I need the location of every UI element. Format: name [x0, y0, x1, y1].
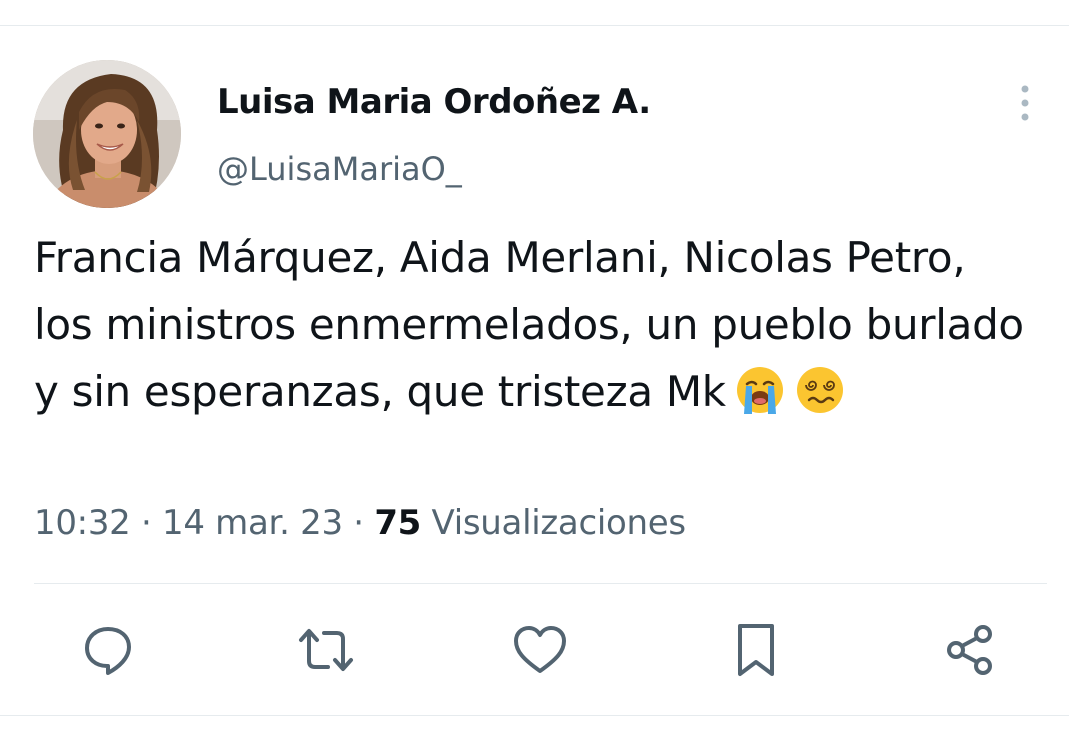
more-options-button[interactable] [1010, 84, 1040, 124]
like-button[interactable] [512, 622, 568, 678]
author-display-name[interactable]: Luisa Maria Ordoñez A. [217, 82, 651, 122]
reply-icon [85, 627, 131, 675]
author-handle[interactable]: @LuisaMariaO_ [217, 150, 462, 188]
views-count: 75 [374, 503, 422, 543]
loudly-crying-face-emoji [736, 367, 783, 414]
tweet-text: Francia Márquez, Aida Merlani, Nicolas P… [34, 224, 1034, 425]
retweet-icon [299, 629, 353, 671]
avatar[interactable] [33, 60, 181, 208]
share-icon [947, 625, 992, 675]
tweet-time[interactable]: 10:32 [34, 503, 131, 543]
bottom-divider [0, 715, 1069, 716]
tweet-text-content: Francia Márquez, Aida Merlani, Nicolas P… [34, 233, 1024, 416]
tweet-date[interactable]: 14 mar. 23 [162, 503, 343, 543]
face-with-spiral-eyes-emoji [796, 367, 843, 413]
tweet-meta: 10:32 · 14 mar. 23 · 75 Visualizaciones [34, 503, 686, 543]
more-vertical-icon [1021, 85, 1029, 121]
views-label: Visualizaciones [421, 503, 687, 543]
bookmark-button[interactable] [728, 622, 784, 678]
like-icon [514, 626, 566, 673]
reply-button[interactable] [80, 622, 136, 678]
share-button[interactable] [942, 622, 998, 678]
retweet-button[interactable] [298, 622, 354, 678]
bookmark-icon [738, 624, 774, 676]
actions-divider [34, 583, 1047, 584]
meta-separator: · [342, 503, 375, 543]
avatar-photo [33, 60, 181, 208]
top-divider [0, 25, 1069, 26]
meta-separator: · [130, 503, 163, 543]
